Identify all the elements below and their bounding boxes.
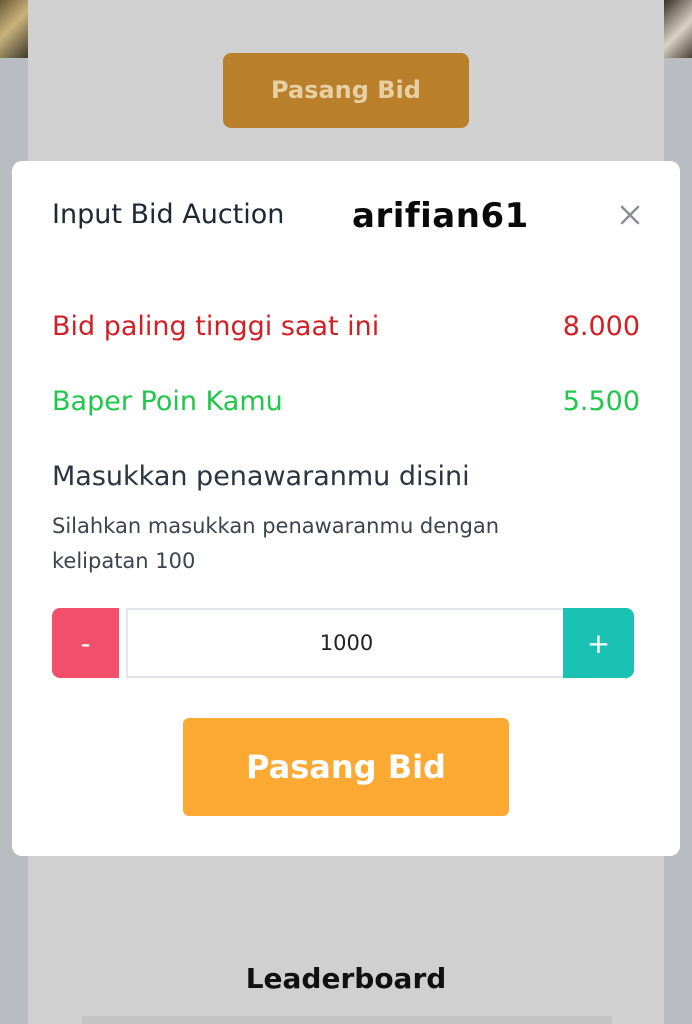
modal-title: Input Bid Auction xyxy=(52,199,285,230)
leaderboard-bar xyxy=(82,1016,612,1024)
points-label: Baper Poin Kamu xyxy=(52,386,283,417)
close-button[interactable] xyxy=(616,201,644,229)
watermark-text: arifian61 xyxy=(352,196,529,236)
leaderboard-title: Leaderboard xyxy=(245,962,447,995)
background-bid-button[interactable]: Pasang Bid xyxy=(223,53,469,128)
bid-quantity-stepper: - + xyxy=(52,608,634,678)
highest-bid-row: Bid paling tinggi saat ini 8.000 xyxy=(52,311,640,342)
highest-bid-label: Bid paling tinggi saat ini xyxy=(52,311,380,342)
bid-amount-input[interactable] xyxy=(126,608,567,678)
bid-help-text: Silahkan masukkan penawaranmu dengan kel… xyxy=(52,514,499,573)
points-row: Baper Poin Kamu 5.500 xyxy=(52,386,640,417)
highest-bid-value: 8.000 xyxy=(562,311,640,342)
bid-modal: Input Bid Auction arifian61 Bid paling t… xyxy=(12,161,680,856)
points-value: 5.500 xyxy=(562,386,640,417)
increment-button[interactable]: + xyxy=(563,608,634,678)
decrement-button[interactable]: - xyxy=(52,608,119,678)
thumbnail-image-right xyxy=(664,0,692,58)
place-bid-button[interactable]: Pasang Bid xyxy=(183,718,509,816)
bid-input-heading: Masukkan penawaranmu disini xyxy=(52,461,470,492)
close-icon xyxy=(620,205,640,225)
thumbnail-image-left xyxy=(0,0,28,58)
